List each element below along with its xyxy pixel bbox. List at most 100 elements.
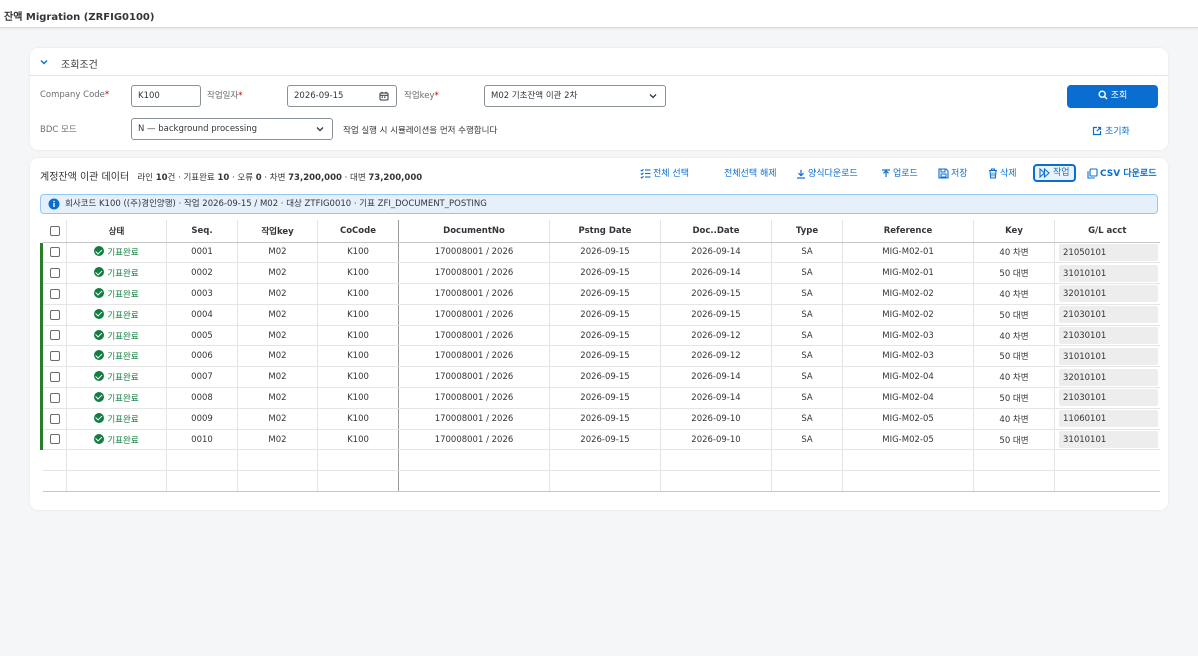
doc-date-cell: 2026-09-10	[660, 408, 772, 430]
gl-account-field[interactable]: 21030101	[1059, 327, 1158, 345]
table-row[interactable]: 기표완료 0006 M02 K100 170008001 / 2026 2026-09-1…	[40, 345, 1160, 368]
table-row[interactable]: 기표완료 0010 M02 K100 170008001 / 2026 2026-09-1…	[40, 429, 1160, 451]
gl-account-cell[interactable]: 21030101	[1054, 304, 1160, 326]
reset-button[interactable]: 초기화	[1092, 124, 1130, 137]
empty-cell	[66, 449, 167, 472]
row-checkbox[interactable]	[49, 371, 60, 382]
row-checkbox[interactable]	[49, 309, 60, 320]
status-cell: 기표완료	[66, 262, 167, 285]
work-date-picker[interactable]: 2026-09-15	[287, 85, 397, 107]
doc-date-cell: 2026-09-12	[660, 325, 772, 347]
filter-title: 조회조건	[61, 60, 98, 71]
gl-account-field[interactable]: 21050101	[1059, 243, 1158, 261]
row-select-cell[interactable]	[40, 283, 67, 305]
gl-account-field[interactable]: 21030101	[1059, 306, 1158, 324]
gl-account-cell[interactable]: 21030101	[1054, 325, 1160, 347]
table-header: 계정잔액 이관 데이터 라인 10건 · 기표완료 10 · 오류 0 · 차변…	[40, 168, 422, 183]
table-row[interactable]: 기표완료 0001 M02 K100 170008001 / 2026 2026-09-1…	[40, 242, 1160, 264]
gl-account-field[interactable]: 32010101	[1059, 285, 1158, 303]
gl-account-cell[interactable]: 31010101	[1054, 429, 1160, 451]
row-checkbox[interactable]	[49, 288, 60, 299]
gl-account-field[interactable]: 32010101	[1059, 368, 1158, 386]
row-select-cell[interactable]	[40, 429, 67, 451]
column-header-seq[interactable]: Seq.	[166, 220, 238, 243]
empty-cell	[973, 449, 1055, 472]
work-key-select[interactable]: M02 기초잔액 이관 2차	[484, 85, 666, 107]
posting-date-cell: 2026-09-15	[549, 429, 661, 451]
gl-account-field[interactable]: 21030101	[1059, 389, 1158, 407]
search-button[interactable]: 조회	[1067, 85, 1158, 108]
row-checkbox[interactable]	[49, 413, 60, 424]
column-header-type[interactable]: Type	[771, 220, 843, 243]
column-header-work-key[interactable]: 작업key	[237, 220, 318, 243]
column-header-cocode[interactable]: CoCode	[317, 220, 399, 243]
table-row[interactable]: 기표완료 0009 M02 K100 170008001 / 2026 2026-09-1…	[40, 408, 1160, 430]
column-header-gl-account[interactable]: G/L acct	[1054, 220, 1160, 243]
posting-date-cell: 2026-09-15	[549, 242, 661, 264]
row-select-cell[interactable]	[40, 304, 67, 326]
run-button[interactable]: 작업	[1033, 164, 1076, 182]
table-row[interactable]: 기표완료 0008 M02 K100 170008001 / 2026 2026-09-1…	[40, 387, 1160, 409]
gl-account-cell[interactable]: 21050101	[1054, 242, 1160, 264]
chevron-down-icon[interactable]	[39, 57, 49, 67]
row-select-cell[interactable]	[40, 408, 67, 430]
cocode-cell: K100	[317, 387, 399, 409]
filter-header[interactable]: 조회조건	[30, 48, 1168, 76]
column-header-posting-key[interactable]: Key	[973, 220, 1055, 243]
row-select-cell[interactable]	[40, 242, 67, 264]
csv-download-button[interactable]: CSV 다운로드	[1087, 165, 1156, 183]
bdc-mode-select[interactable]: N — background processing	[131, 118, 333, 140]
success-check-icon	[94, 350, 105, 361]
select-all-checkbox-cell[interactable]	[41, 220, 67, 243]
table-row[interactable]: 기표완료 0003 M02 K100 170008001 / 2026 2026-09-1…	[40, 283, 1160, 305]
gl-account-cell[interactable]: 32010101	[1054, 283, 1160, 305]
template-download-button[interactable]: 양식다운로드	[796, 165, 858, 183]
gl-account-field[interactable]: 31010101	[1059, 264, 1158, 282]
column-header-doc-date[interactable]: Doc..Date	[660, 220, 772, 243]
row-checkbox[interactable]	[49, 434, 60, 445]
row-checkbox[interactable]	[49, 351, 60, 362]
success-check-icon	[94, 246, 105, 257]
row-select-cell[interactable]	[40, 366, 67, 389]
delete-button[interactable]: 삭제	[988, 165, 1017, 183]
info-message-text: 회사코드 K100 ((주)경인양행) · 작업 2026-09-15 / M0…	[65, 199, 487, 209]
seq-cell: 0002	[166, 262, 238, 285]
upload-button[interactable]: 업로드	[881, 165, 918, 183]
doc-date-cell: 2026-09-15	[660, 304, 772, 326]
row-checkbox[interactable]	[49, 392, 60, 403]
gl-account-cell[interactable]: 32010101	[1054, 366, 1160, 389]
row-select-cell[interactable]	[40, 262, 67, 285]
table-row[interactable]: 기표완료 0005 M02 K100 170008001 / 2026 2026-09-1…	[40, 325, 1160, 347]
status-cell: 기표완료	[66, 408, 167, 430]
posting-date-cell: 2026-09-15	[549, 304, 661, 326]
deselect-all-button[interactable]: 전체선택 해제	[724, 165, 777, 183]
column-header-reference[interactable]: Reference	[842, 220, 974, 243]
search-icon	[1098, 90, 1108, 100]
column-header-document-no[interactable]: DocumentNo	[398, 220, 550, 243]
gl-account-cell[interactable]: 31010101	[1054, 345, 1160, 368]
row-checkbox[interactable]	[49, 330, 60, 341]
gl-account-cell[interactable]: 21030101	[1054, 387, 1160, 409]
company-code-input[interactable]: K100	[131, 85, 201, 107]
app-title: 잔액 Migration (ZRFIG0100)	[4, 12, 155, 23]
select-all-button[interactable]: 전체 선택	[640, 165, 689, 183]
gl-account-cell[interactable]: 11060101	[1054, 408, 1160, 430]
calendar-icon[interactable]	[379, 91, 389, 101]
row-select-cell[interactable]	[40, 325, 67, 347]
empty-cell	[1054, 449, 1160, 472]
row-checkbox[interactable]	[49, 267, 60, 278]
table-row[interactable]: 기표완료 0007 M02 K100 170008001 / 2026 2026-09-1…	[40, 366, 1160, 389]
row-select-cell[interactable]	[40, 345, 67, 368]
table-row[interactable]: 기표완료 0002 M02 K100 170008001 / 2026 2026-09-1…	[40, 262, 1160, 285]
gl-account-field[interactable]: 11060101	[1059, 410, 1158, 428]
row-select-cell[interactable]	[40, 387, 67, 409]
gl-account-field[interactable]: 31010101	[1059, 347, 1158, 365]
column-header-posting-date[interactable]: Pstng Date	[549, 220, 661, 243]
gl-account-cell[interactable]: 31010101	[1054, 262, 1160, 285]
column-header-status[interactable]: 상태	[66, 220, 167, 243]
gl-account-field[interactable]: 31010101	[1059, 431, 1158, 449]
table-row[interactable]: 기표완료 0004 M02 K100 170008001 / 2026 2026-09-1…	[40, 304, 1160, 326]
select-all-checkbox[interactable]	[49, 225, 60, 236]
row-checkbox[interactable]	[49, 247, 60, 258]
save-button[interactable]: 저장	[938, 165, 968, 183]
